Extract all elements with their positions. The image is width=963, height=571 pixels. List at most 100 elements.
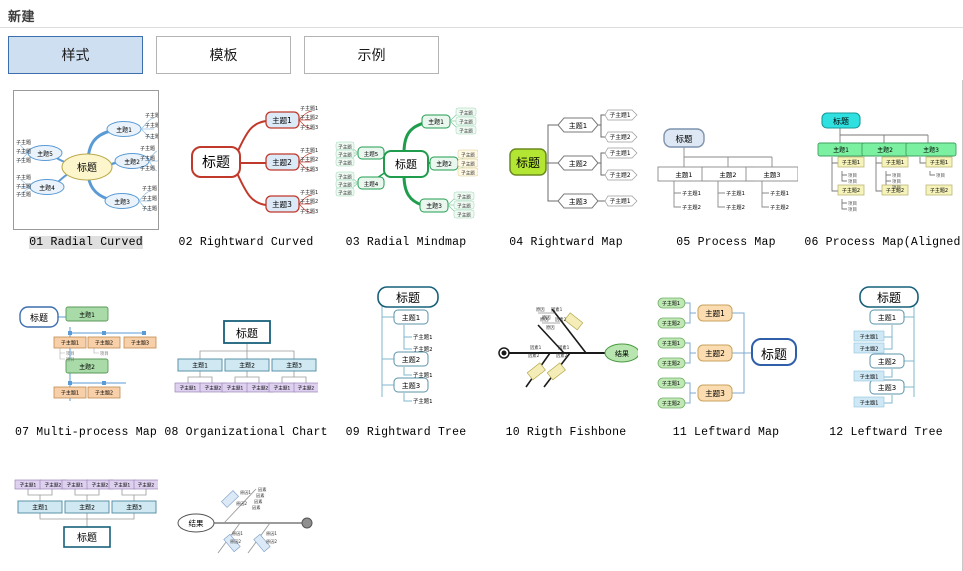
svg-text:主题4: 主题4 [364, 180, 379, 188]
svg-text:标题: 标题 [202, 155, 230, 171]
tab-example-label: 示例 [357, 47, 386, 63]
svg-text:子主题2: 子主题2 [609, 171, 630, 179]
template-thumbnail-02[interactable]: 标题 主题1 主题2 主题3 子主题1 子主题2 子主题3 子主题1 子主题2 … [173, 90, 319, 230]
template-caption-09: 09 Rightward Tree [345, 426, 467, 439]
svg-text:子主题: 子主题 [457, 194, 471, 201]
svg-text:主题1: 主题1 [833, 146, 849, 154]
template-item-12[interactable]: 标题 主题1 主题2 主题3 子主题1 子主题2 子主题1 子主题1 12 Le… [806, 276, 962, 466]
template-caption-03: 03 Radial Mindmap [345, 236, 467, 249]
template-item-02[interactable]: 标题 主题1 主题2 主题3 子主题1 子主题2 子主题3 子主题1 子主题2 … [166, 86, 326, 276]
svg-text:标题: 标题 [877, 291, 901, 305]
svg-text:子主题1: 子主题1 [227, 385, 244, 392]
svg-text:子主题: 子主题 [459, 119, 473, 126]
template-item-08[interactable]: 标题 主题1 主题2 主题3 子主题1 子主题2 子主题1 子主题2 子主题1 … [164, 276, 328, 466]
svg-text:子主题: 子主题 [338, 160, 352, 167]
svg-text:主题3: 主题3 [923, 146, 939, 154]
template-thumbnail-06[interactable]: 标题 主题1 主题2 主题3 子主题1 子主题2 子主题1 子主题2 子主题1 … [813, 90, 959, 230]
svg-text:子主题2: 子主题2 [662, 360, 680, 367]
template-caption-08: 08 Organizational Chart [164, 426, 328, 439]
template-caption-12: 12 Leftward Tree [829, 426, 943, 439]
svg-text:标题: 标题 [30, 312, 48, 324]
template-item-05[interactable]: 标题 主题1 主题2 主题3 子主题1 子主题2 子主题1 子主题2 子主题1 … [646, 86, 806, 276]
svg-text:主题3: 主题3 [286, 362, 302, 370]
svg-text:子主题1: 子主题1 [609, 111, 630, 119]
svg-text:主题2: 主题2 [239, 362, 255, 370]
svg-text:子主题1: 子主题1 [67, 482, 84, 489]
svg-text:项目: 项目 [892, 173, 901, 179]
svg-text:子主题2: 子主题2 [930, 187, 948, 194]
template-item-01[interactable]: 标题 主题1 主题2 主题3 主题5 主题4 子主题 子主题 子主题 子主题 子… [6, 86, 166, 276]
svg-text:子主题2: 子主题2 [138, 482, 155, 489]
svg-text:项目: 项目 [848, 179, 857, 185]
template-caption-05: 05 Process Map [676, 236, 776, 249]
template-thumbnail-12[interactable]: 标题 主题1 主题2 主题3 子主题1 子主题2 子主题1 子主题1 [813, 280, 959, 420]
svg-text:因素1: 因素1 [558, 344, 570, 351]
template-item-13[interactable]: 子主题1 子主题2 子主题1 子主题2 子主题1 子主题2 主题1 主题2 主题3 标题 [6, 472, 166, 571]
svg-text:子主题1: 子主题1 [413, 333, 433, 341]
svg-text:主题1: 主题1 [402, 313, 420, 322]
svg-text:子主题1: 子主题1 [860, 333, 879, 341]
template-item-07[interactable]: 标题 主题1 主题2 子主题1 子主题2 子主题3 子主题1 子主题2 项目 项… [6, 276, 166, 466]
svg-text:子主题: 子主题 [16, 174, 31, 181]
template-thumbnail-10[interactable]: 结果 原因 原因 因素1 原因 原因 因素2 因素1 因素2 因素1 因素2 [493, 280, 639, 420]
svg-text:子主题1: 子主题1 [274, 385, 291, 392]
svg-text:子主题1: 子主题1 [682, 189, 701, 197]
template-caption-04: 04 Rightward Map [509, 236, 623, 249]
svg-text:子主题: 子主题 [461, 170, 475, 177]
svg-text:子主题1: 子主题1 [609, 149, 630, 157]
svg-text:子主题: 子主题 [461, 161, 475, 168]
template-item-06[interactable]: 标题 主题1 主题2 主题3 子主题1 子主题2 子主题1 子主题2 子主题1 … [804, 86, 962, 276]
template-thumbnail-11[interactable]: 标题 主题1 主题2 主题3 子主题1 子主题2 子主题1 子主题2 子主题1 … [653, 280, 799, 420]
svg-text:结果: 结果 [615, 349, 629, 358]
svg-text:主题2: 主题2 [878, 357, 896, 366]
svg-text:主题3: 主题3 [402, 381, 420, 390]
svg-text:子主题1: 子主题1 [413, 371, 433, 379]
svg-text:子主题: 子主题 [16, 183, 31, 190]
template-item-14[interactable]: 结果 原因1 原因2 因素 因素 因素 因素 原因1 原因2 原因1 原因2 [166, 472, 326, 571]
svg-text:因素1: 因素1 [551, 306, 563, 313]
svg-text:主题1: 主题1 [32, 504, 48, 512]
svg-text:子主题1: 子主题1 [114, 482, 131, 489]
template-thumbnail-07[interactable]: 标题 主题1 主题2 子主题1 子主题2 子主题3 子主题1 子主题2 项目 项… [13, 280, 159, 420]
tab-example[interactable]: 示例 [304, 36, 439, 74]
svg-text:子主题2: 子主题2 [860, 345, 879, 353]
svg-text:子主题: 子主题 [16, 157, 31, 164]
svg-text:子主题: 子主题 [16, 191, 31, 198]
svg-text:子主题2: 子主题2 [726, 203, 745, 211]
template-item-09[interactable]: 标题 主题1 主题2 主题3 子主题1 子主题2 子主题1 子主题1 09 Ri… [326, 276, 486, 466]
template-thumbnail-05[interactable]: 标题 主题1 主题2 主题3 子主题1 子主题2 子主题1 子主题2 子主题1 … [653, 90, 799, 230]
page-title: 新建 [8, 9, 36, 24]
svg-text:子主题2: 子主题2 [205, 385, 222, 392]
svg-text:子主题1: 子主题1 [662, 300, 680, 307]
svg-text:主题1: 主题1 [272, 115, 292, 125]
svg-text:子主题: 子主题 [142, 195, 157, 202]
svg-text:子主题: 子主题 [338, 174, 352, 181]
template-thumbnail-09[interactable]: 标题 主题1 主题2 主题3 子主题1 子主题2 子主题1 子主题1 [333, 280, 479, 420]
template-item-04[interactable]: 标题 主题1 主题2 主题3 子主题1 子主题2 子主题1 子主题2 子主题1 … [486, 86, 646, 276]
svg-text:原因1: 原因1 [266, 531, 277, 537]
template-grid: 标题 主题1 主题2 主题3 主题5 主题4 子主题 子主题 子主题 子主题 子… [0, 80, 962, 466]
svg-text:子主题1: 子主题1 [61, 390, 79, 397]
svg-text:子主题3: 子主题3 [131, 340, 149, 347]
svg-text:子主题1: 子主题1 [300, 105, 318, 112]
template-item-11[interactable]: 标题 主题1 主题2 主题3 子主题1 子主题2 子主题1 子主题2 子主题1 … [646, 276, 806, 466]
template-item-03[interactable]: 标题 主题1 主题2 主题3 主题5 主题4 子主题 子主题 子主题 子主题 子… [326, 86, 486, 276]
template-thumbnail-03[interactable]: 标题 主题1 主题2 主题3 主题5 主题4 子主题 子主题 子主题 子主题 子… [333, 90, 479, 230]
svg-text:主题2: 主题2 [402, 355, 420, 364]
template-thumbnail-13[interactable]: 子主题1 子主题2 子主题1 子主题2 子主题1 子主题2 主题1 主题2 主题3 标题 [13, 476, 159, 571]
template-thumbnail-08[interactable]: 标题 主题1 主题2 主题3 子主题1 子主题2 子主题1 子主题2 子主题1 … [173, 280, 319, 420]
tab-template[interactable]: 模板 [156, 36, 291, 74]
svg-text:子主题2: 子主题2 [300, 198, 318, 205]
template-thumbnail-14[interactable]: 结果 原因1 原因2 因素 因素 因素 因素 原因1 原因2 原因1 原因2 [173, 476, 319, 571]
svg-text:主题1: 主题1 [878, 313, 896, 322]
svg-text:原因2: 原因2 [236, 501, 247, 507]
template-thumbnail-04[interactable]: 标题 主题1 主题2 主题3 子主题1 子主题2 子主题1 子主题2 子主题1 [493, 90, 639, 230]
svg-text:子主题: 子主题 [338, 190, 352, 197]
template-item-10[interactable]: 结果 原因 原因 因素1 原因 原因 因素2 因素1 因素2 因素1 因素2 1… [486, 276, 646, 466]
svg-text:主题3: 主题3 [126, 504, 142, 512]
svg-text:子主题1: 子主题1 [770, 189, 789, 197]
svg-text:子主题2: 子主题2 [770, 203, 789, 211]
svg-text:子主题2: 子主题2 [300, 114, 318, 121]
template-thumbnail-01[interactable]: 标题 主题1 主题2 主题3 主题5 主题4 子主题 子主题 子主题 子主题 子… [13, 90, 159, 230]
tab-style[interactable]: 样式 [8, 36, 143, 74]
